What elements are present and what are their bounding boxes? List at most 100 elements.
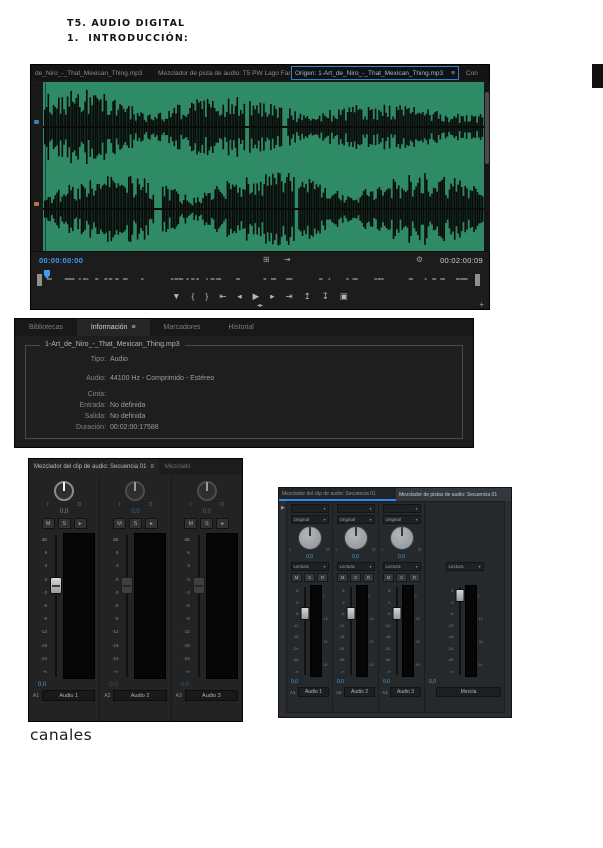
- solo-button[interactable]: S: [304, 573, 315, 582]
- level-value[interactable]: 0,0: [337, 679, 344, 685]
- fader-handle[interactable]: [392, 607, 401, 620]
- automation-mode-dropdown[interactable]: Lectura▾: [383, 562, 421, 571]
- show-effects-arrow-icon[interactable]: ▶: [281, 505, 285, 511]
- mark-in-icon[interactable]: {: [192, 289, 195, 303]
- volume-fader[interactable]: [120, 533, 134, 679]
- effects-preset-dropdown[interactable]: Original▾: [383, 515, 421, 524]
- automation-mode-dropdown[interactable]: Lectura▾: [337, 562, 375, 571]
- tab-next-partial[interactable]: Mezclado: [159, 459, 242, 474]
- write-keyframes-icon[interactable]: ▸: [74, 518, 87, 529]
- lift-icon[interactable]: ↥: [304, 289, 311, 303]
- settings-wrench-icon[interactable]: ⚙: [416, 255, 423, 264]
- mute-button[interactable]: M: [42, 518, 55, 529]
- effects-preset-dropdown[interactable]: Original▾: [291, 515, 329, 524]
- automation-mode-dropdown[interactable]: Lectura▾: [291, 562, 329, 571]
- solo-button[interactable]: S: [129, 518, 142, 529]
- pan-value[interactable]: 0,0: [60, 509, 68, 515]
- level-value[interactable]: 0,0: [383, 679, 390, 685]
- volume-fader[interactable]: [455, 585, 465, 677]
- mute-button[interactable]: M: [113, 518, 126, 529]
- tab-informacion[interactable]: Información ≡: [77, 319, 150, 336]
- pan-knob[interactable]: [298, 526, 322, 550]
- step-back-icon[interactable]: ◂: [237, 289, 241, 303]
- solo-button[interactable]: S: [350, 573, 361, 582]
- volume-value[interactable]: 0,0: [109, 682, 117, 688]
- current-timecode[interactable]: 00:00:00:00: [39, 256, 83, 265]
- export-frame-icon[interactable]: ▣: [340, 289, 348, 303]
- panel-menu-icon[interactable]: ≡: [150, 464, 154, 470]
- vertical-scrollbar[interactable]: [484, 82, 490, 251]
- pan-knob[interactable]: [344, 526, 368, 550]
- input-dropdown[interactable]: ▾: [383, 504, 421, 513]
- record-arm-button[interactable]: R: [363, 573, 374, 582]
- mute-button[interactable]: M: [383, 573, 394, 582]
- record-arm-button[interactable]: R: [317, 573, 328, 582]
- step-forward-icon[interactable]: ▸: [270, 289, 274, 303]
- fader-handle[interactable]: [346, 607, 355, 620]
- solo-button[interactable]: S: [396, 573, 407, 582]
- tab-controls-partial[interactable]: Con: [459, 70, 478, 77]
- mark-out-icon[interactable]: }: [205, 289, 208, 303]
- panel-menu-icon[interactable]: ≡: [131, 324, 135, 331]
- zoombar-left-handle[interactable]: [37, 274, 42, 286]
- go-to-out-icon[interactable]: ⇥: [285, 289, 292, 303]
- level-value[interactable]: 0,0: [291, 679, 298, 685]
- mute-button[interactable]: M: [184, 518, 197, 529]
- tab-audio-track-mixer[interactable]: Mezclador de pista de audio: T5 PW Lago …: [158, 70, 291, 77]
- pan-value[interactable]: 0,0: [306, 554, 313, 560]
- mini-timeline[interactable]: [31, 268, 489, 289]
- vertical-scrollbar-handle[interactable]: [485, 92, 489, 164]
- volume-value[interactable]: 0,0: [181, 682, 189, 688]
- write-keyframes-icon[interactable]: ▸: [145, 518, 158, 529]
- button-editor-icon[interactable]: +: [479, 300, 484, 309]
- db-scale: 6 0 -6 -12 -18 -24 -48 -∞: [289, 585, 300, 677]
- drag-audio-video-icon[interactable]: ◂▸: [257, 302, 263, 309]
- record-arm-button[interactable]: R: [409, 573, 420, 582]
- pan-knob[interactable]: [54, 481, 74, 501]
- volume-fader[interactable]: [300, 585, 310, 677]
- pan-value[interactable]: 0,0: [398, 554, 405, 560]
- fader-handle[interactable]: [121, 577, 133, 594]
- pan-value[interactable]: 0,0: [131, 509, 139, 515]
- solo-button[interactable]: S: [58, 518, 71, 529]
- volume-fader[interactable]: [192, 533, 206, 679]
- volume-value[interactable]: 0,0: [38, 682, 46, 688]
- tab-marcadores[interactable]: Marcadores: [150, 319, 215, 336]
- input-dropdown[interactable]: ▾: [337, 504, 375, 513]
- volume-fader[interactable]: [392, 585, 402, 677]
- display-mode-icon[interactable]: ⊞: [263, 255, 270, 264]
- fader-handle[interactable]: [193, 577, 205, 594]
- play-in-to-out-icon[interactable]: ⇥: [284, 255, 291, 264]
- solo-button[interactable]: S: [200, 518, 213, 529]
- panel-menu-icon[interactable]: ≡: [451, 70, 455, 77]
- tab-clip-partial[interactable]: de_Niro_-_That_Mexican_Thing.mp3: [31, 70, 158, 77]
- add-marker-icon[interactable]: ▼: [172, 289, 180, 303]
- input-dropdown[interactable]: ▾: [291, 504, 329, 513]
- tab-clip-mixer-inactive[interactable]: Mezclador del clip de audio: Secuencia 0…: [279, 488, 396, 501]
- fader-handle[interactable]: [50, 577, 62, 594]
- tab-source-active[interactable]: Origen: 1-Art_de_Niro_-_That_Mexican_Thi…: [291, 66, 459, 80]
- tab-track-mixer-active[interactable]: Mezclador de pistas de audio: Secuencia …: [396, 488, 511, 501]
- automation-mode-dropdown[interactable]: Lectura▾: [446, 562, 484, 571]
- extract-icon[interactable]: ↧: [322, 289, 329, 303]
- pan-value[interactable]: 0,0: [203, 509, 211, 515]
- mute-button[interactable]: M: [337, 573, 348, 582]
- fader-handle[interactable]: [455, 589, 464, 602]
- write-keyframes-icon[interactable]: ▸: [216, 518, 229, 529]
- fader-handle[interactable]: [300, 607, 309, 620]
- pan-knob[interactable]: [125, 481, 145, 501]
- pan-value[interactable]: 0,0: [352, 554, 359, 560]
- tab-historial[interactable]: Historial: [215, 319, 268, 336]
- pan-knob[interactable]: [197, 481, 217, 501]
- play-icon[interactable]: ▶: [253, 289, 260, 303]
- tab-bibliotecas[interactable]: Bibliotecas: [15, 319, 77, 336]
- mute-button[interactable]: M: [291, 573, 302, 582]
- level-value[interactable]: 0,0: [429, 679, 436, 685]
- audio-waveform-display[interactable]: [43, 82, 484, 251]
- go-to-in-icon[interactable]: ⇤: [219, 289, 226, 303]
- effects-preset-dropdown[interactable]: Original▾: [337, 515, 375, 524]
- volume-fader[interactable]: [346, 585, 356, 677]
- volume-fader[interactable]: [49, 533, 63, 679]
- tab-clip-mixer-active[interactable]: Mezclador del clip de audio: Secuencia 0…: [29, 459, 159, 474]
- pan-knob[interactable]: [390, 526, 414, 550]
